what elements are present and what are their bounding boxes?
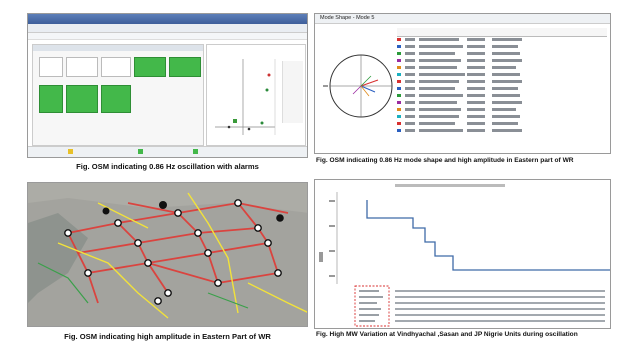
panel-osm-alarms-menubar (28, 24, 307, 33)
panel-osm-alarms-statusbar (28, 146, 307, 157)
mode-shape-polar-plot (323, 54, 393, 118)
status-indicator-icon (193, 149, 198, 154)
mode-shape-title: Mode Shape - Mode 5 (320, 15, 375, 21)
caption-mw-variation: Fig. High MW Variation at Vindhyachal ,S… (316, 331, 578, 338)
caption-osm-alarms: Fig. OSM indicating 0.86 Hz oscillation … (76, 162, 259, 171)
status-indicator-icon (138, 149, 143, 154)
mw-trend-chart (319, 192, 610, 327)
alarm-box[interactable] (39, 85, 63, 113)
panel-mw-variation (314, 179, 611, 329)
panel-osm-map (27, 182, 308, 327)
caption-osm-map: Fig. OSM indicating high amplitude in Ea… (64, 332, 271, 341)
alarm-box[interactable] (66, 85, 98, 113)
event-box[interactable] (101, 57, 131, 77)
mode-shape-table (397, 28, 607, 150)
mw-trend-line (366, 200, 610, 271)
caption-mode-shape: Fig. OSM indicating 0.86 Hz mode shape a… (316, 157, 574, 164)
panel-osm-alarms (27, 13, 308, 158)
event-grid-header (33, 45, 203, 51)
alarm-box[interactable] (101, 85, 131, 113)
mode-shape-table-header (397, 28, 607, 37)
panel-osm-alarms-toolbar (28, 33, 307, 40)
event-box[interactable] (66, 57, 98, 77)
panel-mode-shape: Mode Shape - Mode 5 (314, 13, 611, 154)
wr-network-map (28, 183, 307, 326)
mode-shape-titlebar: Mode Shape - Mode 5 (315, 14, 610, 24)
oscillation-plot-area (206, 44, 306, 146)
panel-osm-alarms-titlebar (28, 14, 307, 24)
side-legend (282, 61, 303, 123)
event-grid-area (32, 44, 204, 146)
mode-shape-table-rows (397, 38, 522, 132)
event-box[interactable] (39, 57, 63, 77)
alarm-box[interactable] (134, 57, 166, 77)
alarm-box[interactable] (169, 57, 201, 77)
status-indicator-icon (68, 149, 73, 154)
